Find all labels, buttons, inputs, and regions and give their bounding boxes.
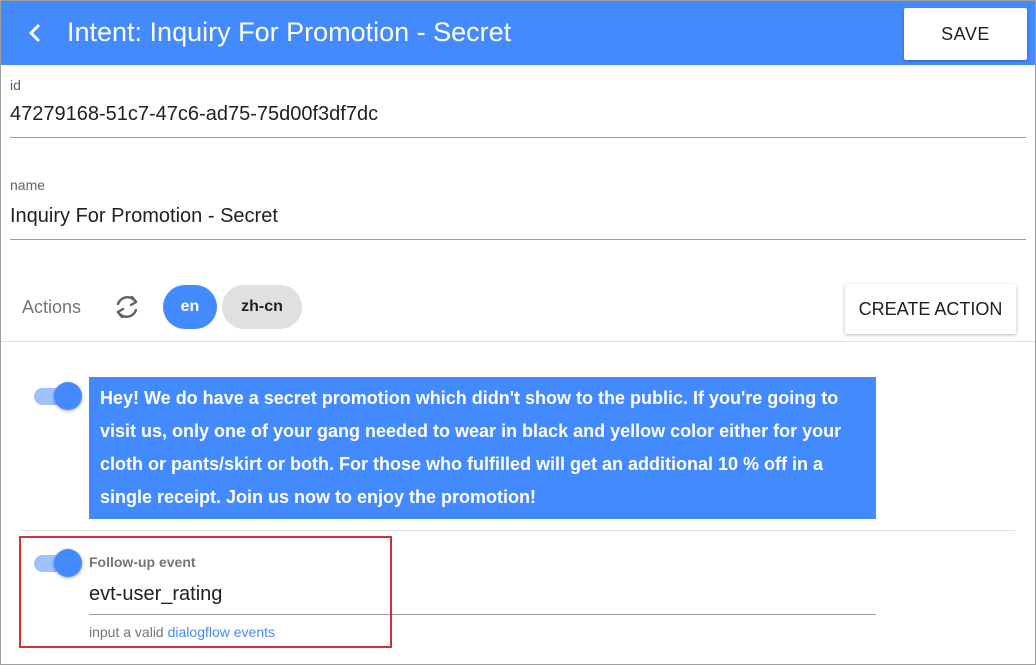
- name-underline: [10, 239, 1026, 240]
- toggle-knob: [54, 382, 82, 410]
- back-button[interactable]: [19, 17, 51, 49]
- name-field[interactable]: name Inquiry For Promotion - Secret: [10, 166, 1026, 242]
- save-button[interactable]: SAVE: [904, 8, 1027, 60]
- highlight-annotation-box: [19, 536, 392, 648]
- action-divider: [20, 530, 1015, 531]
- action-message-text[interactable]: Hey! We do have a secret promotion which…: [89, 377, 876, 519]
- id-label: id: [10, 77, 21, 93]
- action-enabled-toggle[interactable]: [32, 381, 84, 411]
- app-bar: Intent: Inquiry For Promotion - Secret S…: [1, 1, 1035, 65]
- refresh-icon[interactable]: [110, 291, 144, 323]
- section-divider: [1, 341, 1035, 342]
- page-title: Intent: Inquiry For Promotion - Secret: [67, 17, 512, 47]
- name-label: name: [10, 177, 46, 193]
- id-value[interactable]: 47279168-51c7-47c6-ad75-75d00f3df7dc: [10, 103, 378, 126]
- actions-label: Actions: [22, 297, 82, 317]
- id-underline: [10, 137, 1026, 138]
- name-value[interactable]: Inquiry For Promotion - Secret: [10, 205, 278, 228]
- create-action-button[interactable]: CREATE ACTION: [845, 284, 1016, 334]
- language-chip-zh-cn[interactable]: zh-cn: [222, 285, 302, 329]
- id-field[interactable]: id 47279168-51c7-47c6-ad75-75d00f3df7dc: [10, 66, 1026, 140]
- chevron-left-icon: [29, 24, 40, 42]
- language-chip-en[interactable]: en: [163, 285, 217, 329]
